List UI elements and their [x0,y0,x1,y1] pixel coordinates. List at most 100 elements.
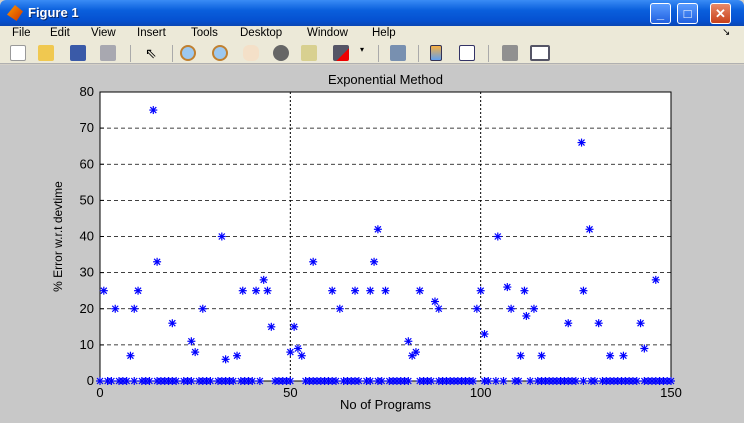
y-tick-label: 50 [80,192,94,207]
y-tick-label: 70 [80,120,94,135]
data-point [370,257,379,266]
data-point [434,304,443,313]
data-point-zero [491,377,500,385]
y-tick-label: 80 [80,84,94,99]
data-point [411,348,420,357]
y-tick-label: 60 [80,156,94,171]
y-tick-label: 0 [87,373,94,388]
data-point [153,257,162,266]
data-point [267,322,276,331]
data-point-zero [187,377,196,385]
data-point [564,319,573,328]
data-point [335,304,344,313]
data-point-zero [248,377,257,385]
data-point-zero [499,377,508,385]
data-point [594,319,603,328]
data-point [187,337,196,346]
data-point-zero [145,377,154,385]
data-point-zero [366,377,375,385]
data-point [286,348,295,357]
data-point-zero [377,377,386,385]
y-axis-label: % Error w.r.t devtime [51,181,65,292]
data-point-zero [206,377,215,385]
data-point-zero [107,377,116,385]
data-point [366,286,375,295]
data-point [293,344,302,353]
data-point [252,286,261,295]
data-point [537,351,546,360]
data-point [290,322,299,331]
data-point-zero [172,377,181,385]
data-point-zero [332,377,341,385]
data-point [636,319,645,328]
data-point [415,286,424,295]
data-point [233,351,242,360]
scatter-plot[interactable]: 0 10 20 30 40 50 60 70 80 0 50 100 150 Exponential Me… [0,0,744,423]
data-point [149,106,158,115]
y-tick-label: 10 [80,337,94,352]
data-point-zero [286,377,295,385]
data-point [493,232,502,241]
data-point [640,344,649,353]
y-tick-label: 40 [80,229,94,244]
data-point [577,138,586,147]
data-point [134,286,143,295]
data-point [126,351,135,360]
data-point [297,351,306,360]
data-point-zero [590,377,599,385]
data-point [651,275,660,284]
data-point-zero [667,377,675,385]
data-point [529,304,538,313]
data-point [238,286,247,295]
data-point [507,304,516,313]
data-point [430,297,439,306]
data-point-zero [404,377,413,385]
data-point-zero [571,377,580,385]
data-point-zero [579,377,588,385]
data-point [619,351,628,360]
data-point-zero [469,377,478,385]
data-point [480,330,489,339]
data-point [351,286,360,295]
data-point-zero [354,377,363,385]
x-tick-label: 150 [660,385,682,400]
data-point-zero [632,377,641,385]
data-point [309,257,318,266]
data-point [217,232,226,241]
x-axis-label: No of Programs [340,397,432,412]
x-tick-label: 50 [283,385,297,400]
data-point [221,355,230,364]
data-point-zero [229,377,238,385]
x-tick-label: 100 [470,385,492,400]
data-point [522,311,531,320]
x-tick-label: 0 [96,385,103,400]
data-point [259,275,268,284]
data-point-zero [96,377,104,385]
data-point [130,304,139,313]
data-point [263,286,272,295]
data-point [404,337,413,346]
data-point [476,286,485,295]
y-tick-label: 30 [80,265,94,280]
data-point [328,286,337,295]
data-point-zero [122,377,131,385]
data-point [381,286,390,295]
data-point [198,304,207,313]
data-point-zero [427,377,436,385]
data-point [191,348,200,357]
data-point [520,286,529,295]
data-point [373,225,382,234]
data-point-zero [514,377,523,385]
data-point [503,283,512,292]
data-point [579,286,588,295]
chart-title: Exponential Method [328,72,443,87]
data-point [168,319,177,328]
data-point-zero [526,377,535,385]
data-point [585,225,594,234]
data-point-zero [484,377,493,385]
data-point-zero [130,377,139,385]
data-point-zero [255,377,264,385]
y-tick-label: 20 [80,301,94,316]
data-point [111,304,120,313]
data-point [516,351,525,360]
